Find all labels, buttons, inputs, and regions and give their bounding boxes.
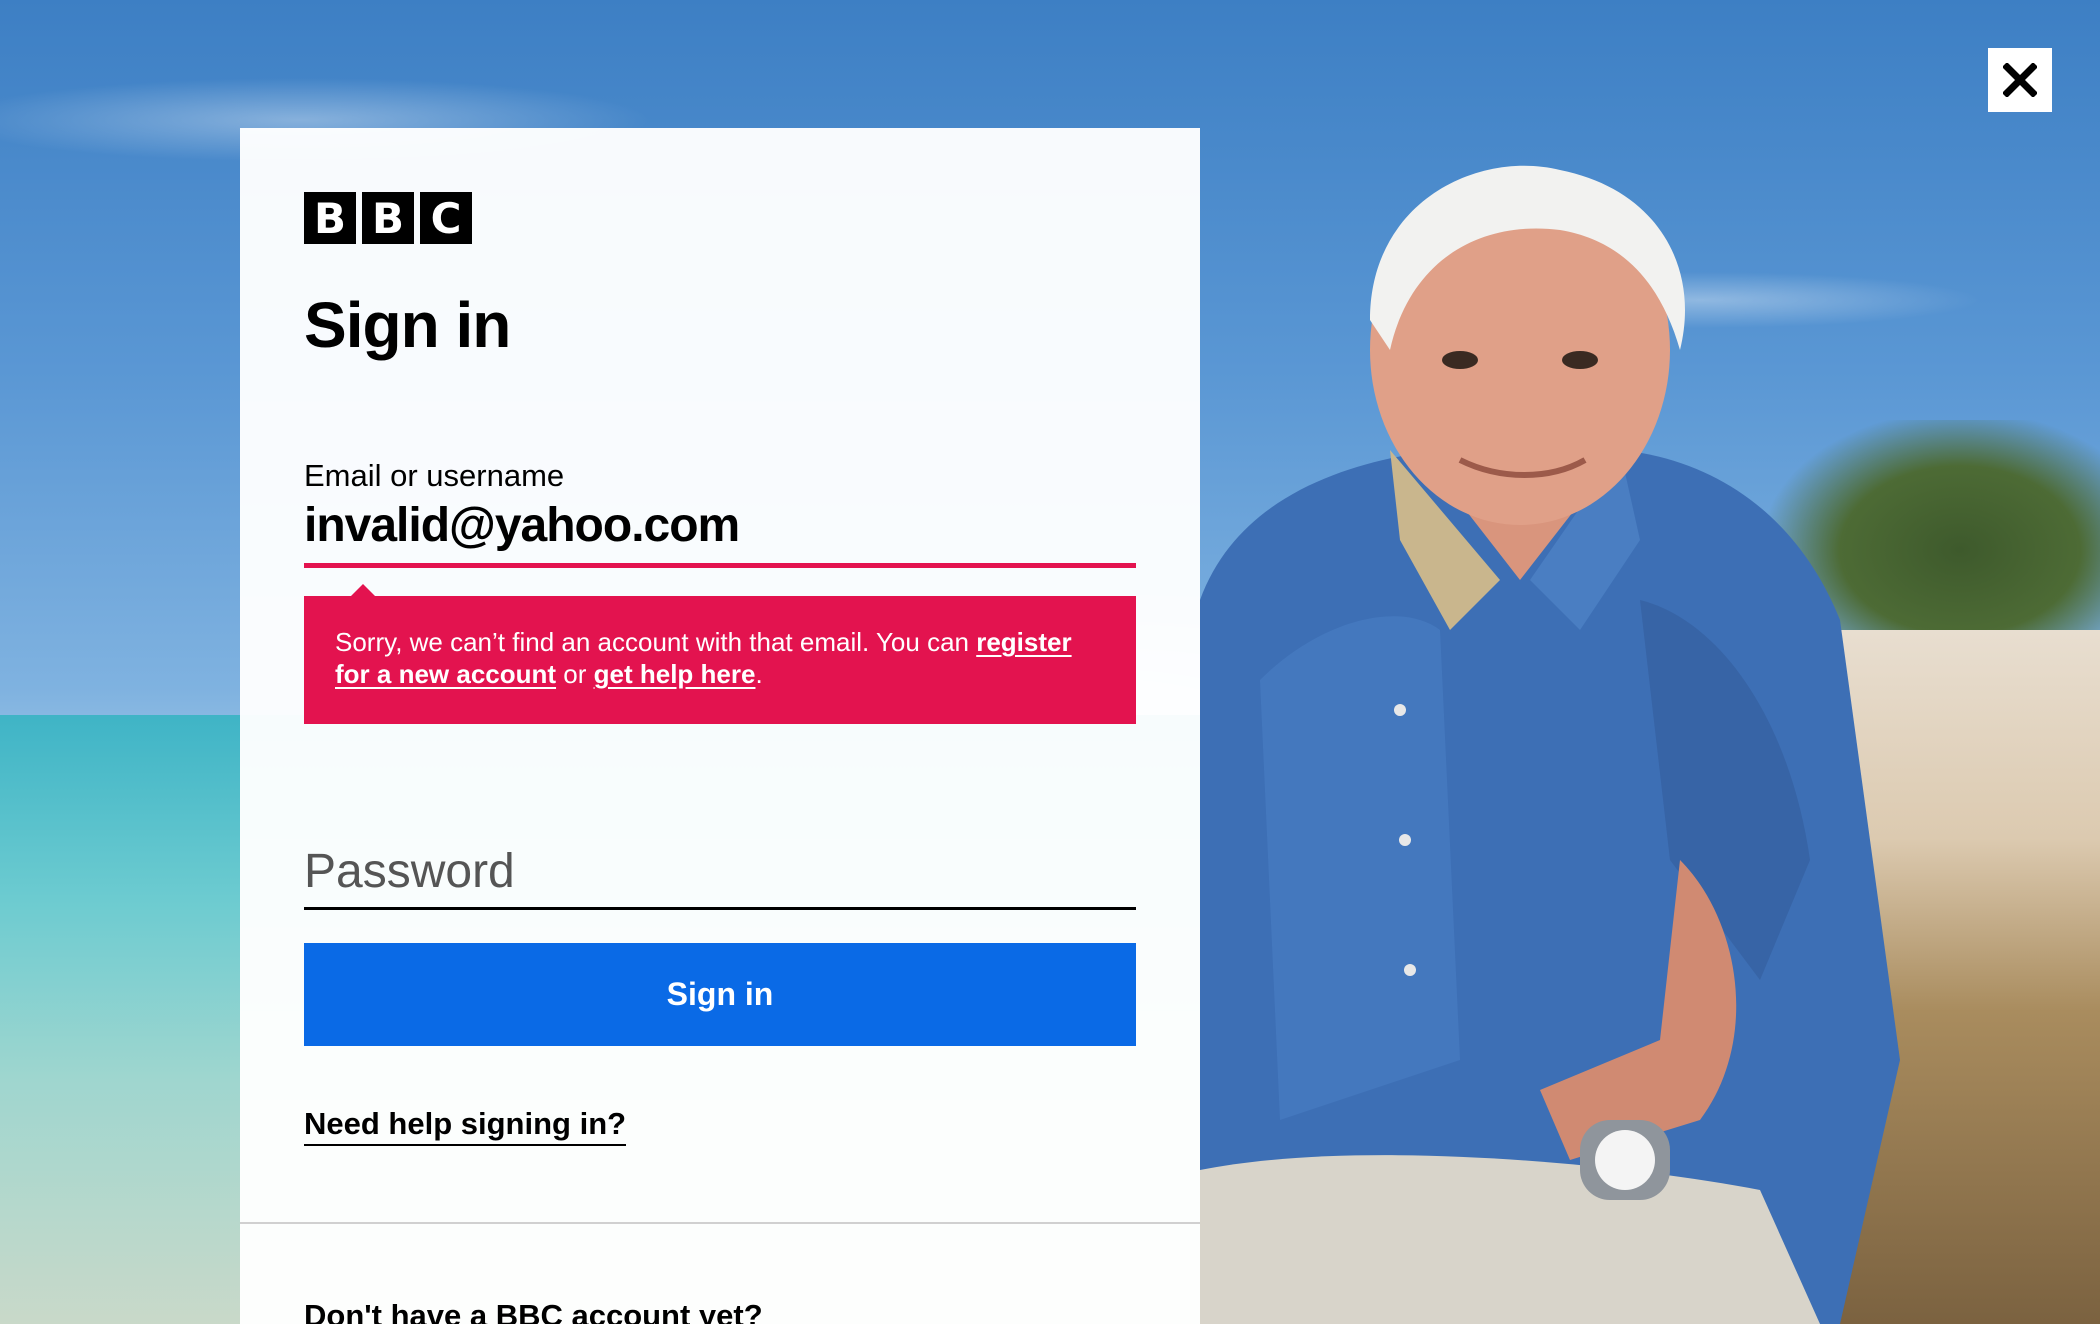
close-button[interactable] <box>1988 48 2052 112</box>
email-field[interactable] <box>304 498 1136 568</box>
sign-in-page: B B C Sign in Email or username Sorry, w… <box>0 0 2100 1324</box>
email-label: Email or username <box>304 458 565 493</box>
bbc-logo-letter: B <box>362 192 414 244</box>
divider <box>240 1222 1200 1224</box>
sign-in-button[interactable]: Sign in <box>304 943 1136 1046</box>
need-help-link[interactable]: Need help signing in? <box>304 1106 627 1146</box>
sign-in-panel: B B C Sign in Email or username Sorry, w… <box>240 128 1200 1324</box>
bbc-logo-letter: B <box>304 192 356 244</box>
bbc-logo[interactable]: B B C <box>304 192 472 244</box>
bbc-logo-letter: C <box>420 192 472 244</box>
password-field[interactable] <box>304 844 1136 910</box>
error-text-suffix: . <box>755 659 763 689</box>
error-text: Sorry, we can’t find an account with tha… <box>335 627 977 657</box>
no-account-heading: Don't have a BBC account yet? <box>304 1298 763 1324</box>
error-message: Sorry, we can’t find an account with tha… <box>304 596 1136 724</box>
error-text-middle: or <box>556 659 594 689</box>
get-help-link[interactable]: get help here <box>594 659 756 689</box>
page-title: Sign in <box>304 289 511 361</box>
presenter-photo <box>1200 165 1900 1324</box>
close-icon <box>2003 63 2037 97</box>
